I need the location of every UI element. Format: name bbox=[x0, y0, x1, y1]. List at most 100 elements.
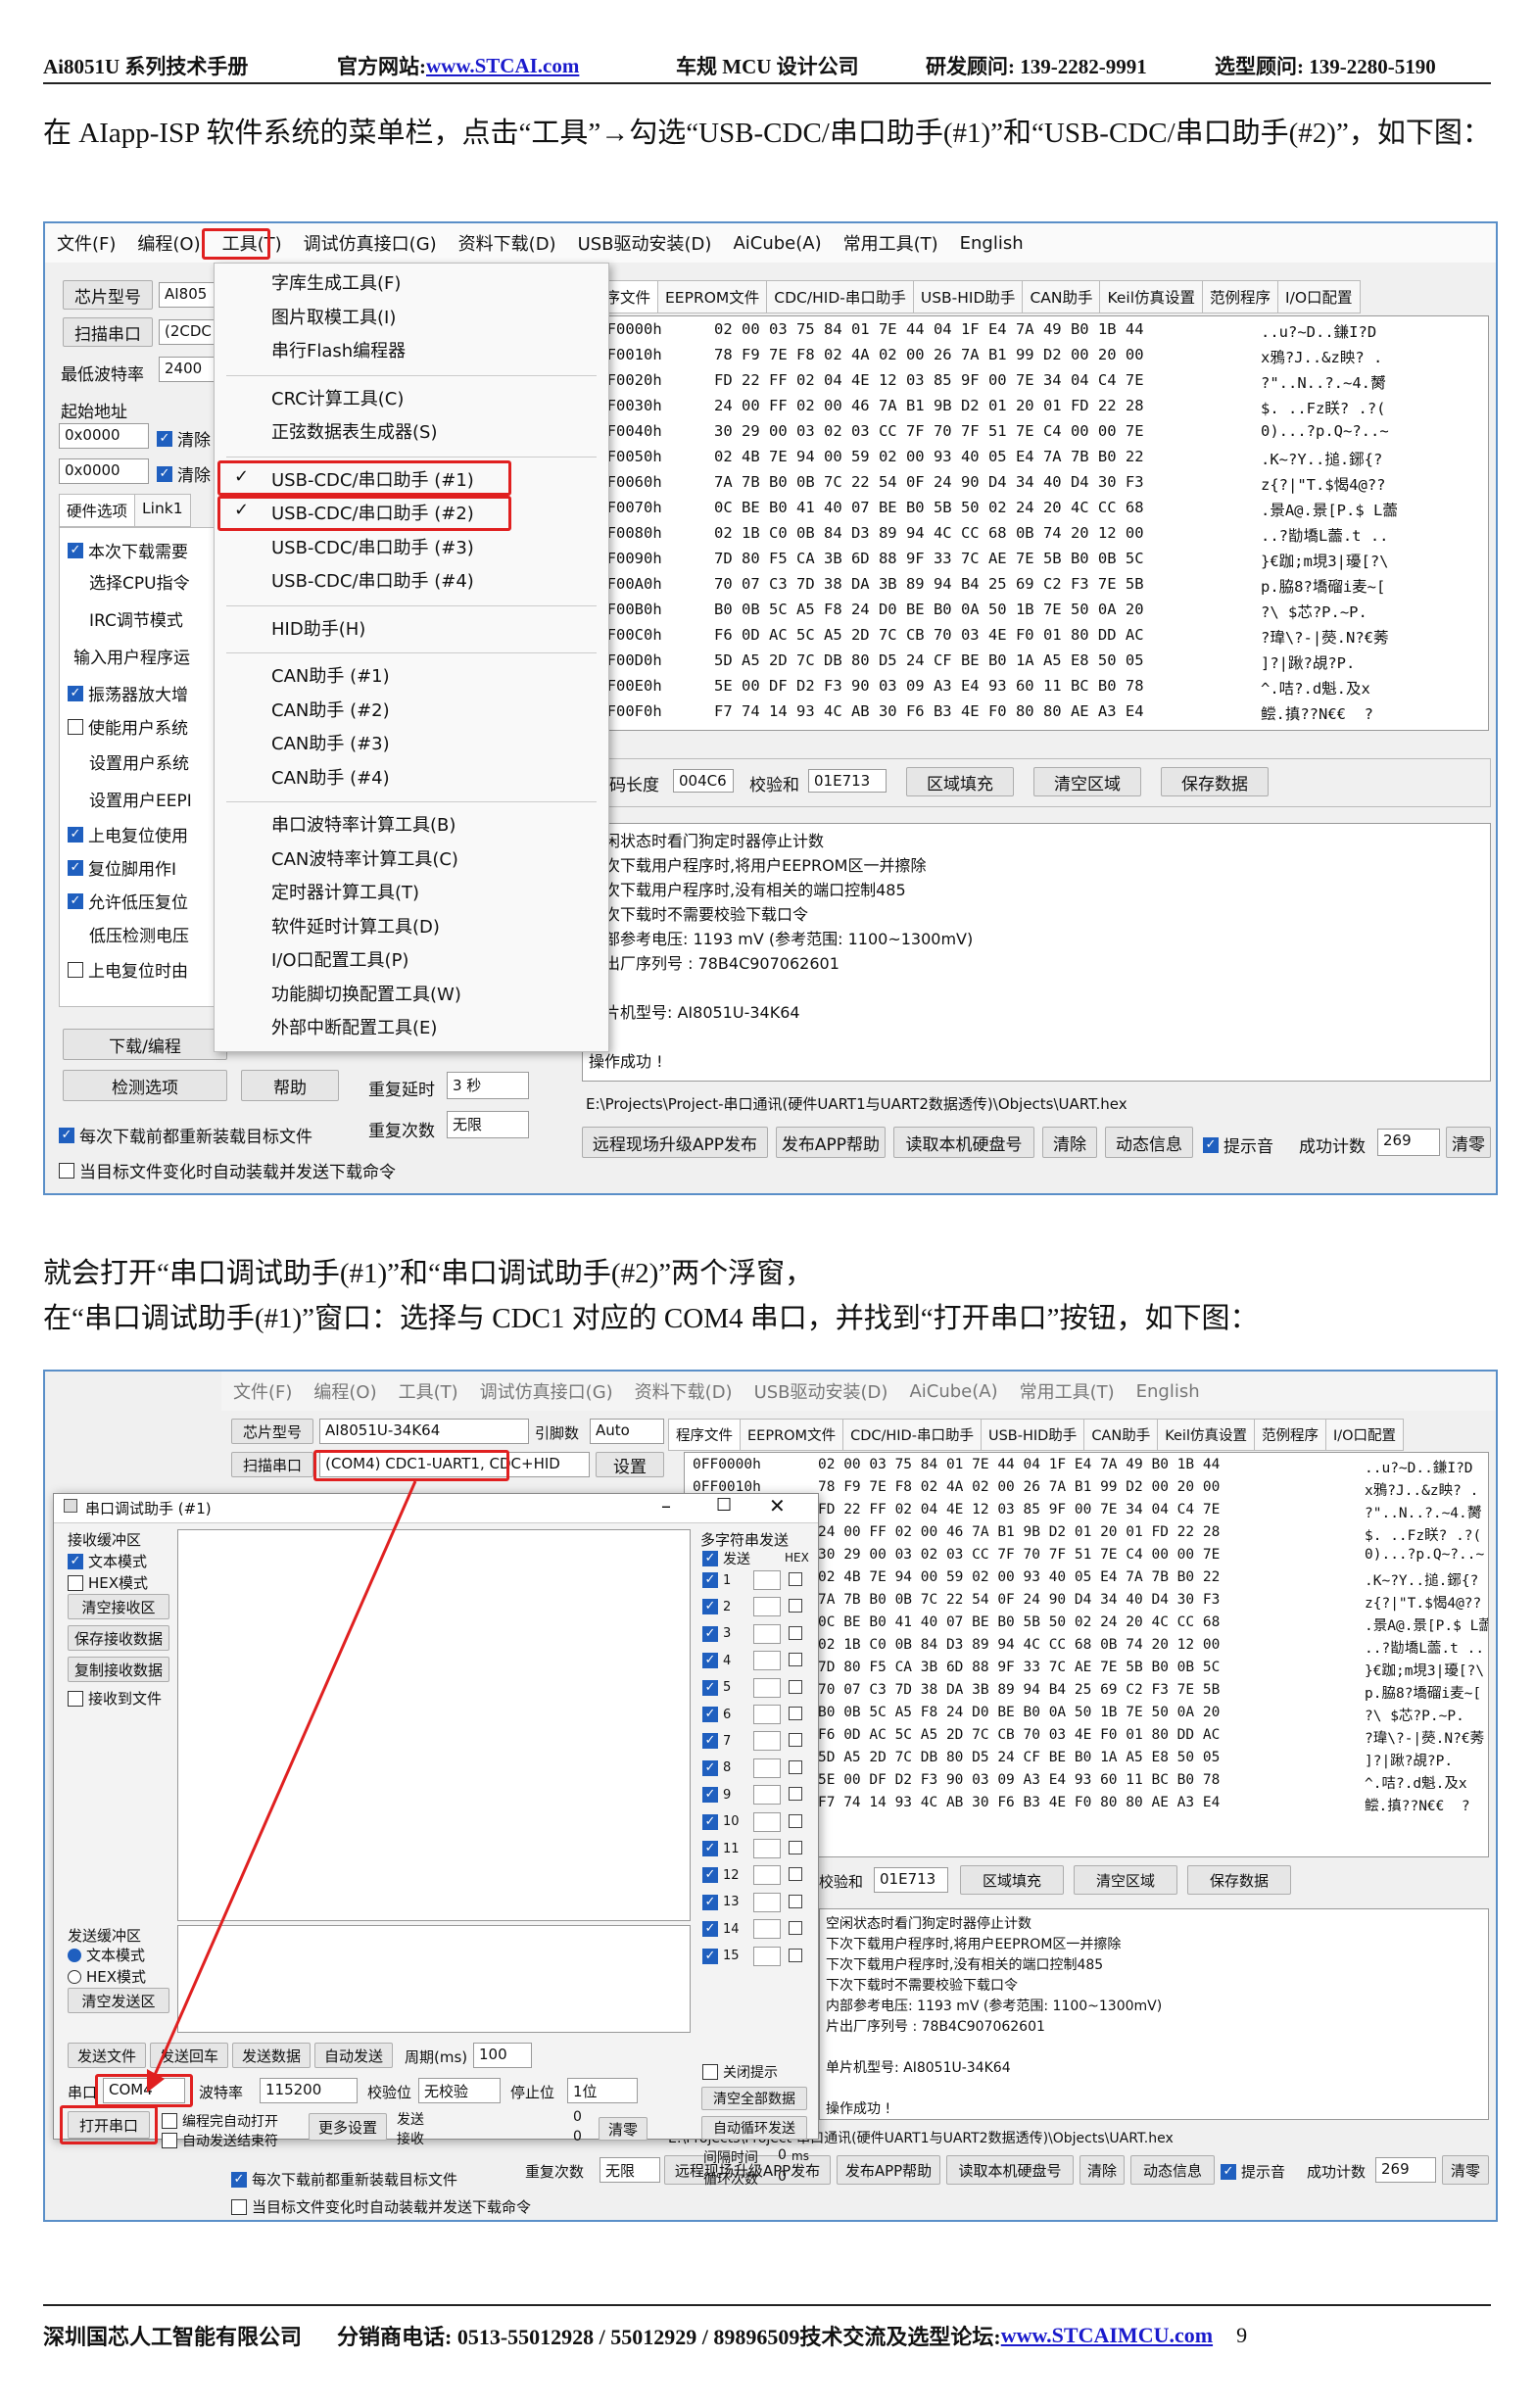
hex-ascii: $. ..Fz眹? .?( bbox=[1261, 400, 1386, 417]
menu-program[interactable]: 编程(O) bbox=[137, 230, 200, 256]
hex-bytes: 02 00 03 75 84 01 7E 44 04 1F E4 7A 49 B… bbox=[714, 320, 1144, 338]
option-9[interactable]: ✓ 复位脚用作I bbox=[68, 855, 176, 880]
tab-link1[interactable]: Link1 bbox=[134, 494, 191, 527]
dynamic-info-button[interactable]: 动态信息 bbox=[1105, 1127, 1193, 1158]
tools-menu-item[interactable]: 串行Flash编程器 bbox=[271, 337, 406, 362]
tab-can[interactable]: CAN助手 bbox=[1022, 280, 1101, 313]
log-panel: 空闲状态时看门狗定时器停止计数 下次下载用户程序时,将用户EEPROM区一并擦除下… bbox=[582, 823, 1491, 1082]
hex-bytes: 02 4B 7E 94 00 59 02 00 93 40 05 E4 7A 7… bbox=[714, 448, 1144, 465]
clear-checkbox-1[interactable]: ✓ 清除 bbox=[157, 426, 211, 451]
intro-paragraph: 在 AIapp-ISP 软件系统的菜单栏，点击“工具”→勾选“USB-CDC/串… bbox=[43, 118, 1491, 149]
tab-eeprom[interactable]: EEPROM文件 bbox=[657, 280, 768, 313]
option-5-label: 使能用户系统 bbox=[88, 719, 188, 739]
tab-examples[interactable]: 范例程序 bbox=[1202, 280, 1279, 313]
option-12[interactable]: 上电复位时由 bbox=[68, 957, 188, 982]
paragraph-line2: 在“串口调试助手(#1)”窗口：选择与 CDC1 对应的 COM4 串口，并找到… bbox=[43, 1303, 1259, 1334]
menu-common-tools[interactable]: 常用工具(T) bbox=[843, 230, 938, 256]
tab-hw-options[interactable]: 硬件选项 bbox=[59, 494, 136, 527]
clear-log-button[interactable]: 清除 bbox=[1042, 1127, 1097, 1158]
remote-upgrade-button[interactable]: 远程现场升级APP发布 bbox=[582, 1127, 768, 1158]
hex-ascii: ..?勓墧L蘦.t .. bbox=[1261, 527, 1389, 545]
tools-menu-item[interactable]: 串口波特率计算工具(B) bbox=[271, 811, 456, 837]
option-4[interactable]: ✓ 振荡器放大增 bbox=[68, 681, 188, 705]
clear-area-button[interactable]: 清空区域 bbox=[1033, 767, 1141, 796]
hex-ascii: z{?|"T.$愒4@?? bbox=[1261, 476, 1386, 494]
footer-forum-link[interactable]: www.STCAIMCU.com bbox=[1001, 2323, 1213, 2348]
menu-separator bbox=[226, 801, 597, 802]
hex-bytes: 7A 7B B0 0B 7C 22 54 0F 24 90 D4 34 40 D… bbox=[714, 473, 1144, 491]
menu-debug[interactable]: 调试仿真接口(G) bbox=[304, 230, 437, 256]
tools-menu-item[interactable]: CAN助手 (#1) bbox=[271, 662, 390, 688]
menu-download[interactable]: 资料下载(D) bbox=[458, 230, 556, 256]
retry-delay-select[interactable]: 3 秒 bbox=[447, 1072, 529, 1099]
start-addr-input-2[interactable]: 0x0000 bbox=[59, 458, 149, 484]
check-options-button[interactable]: 检测选项 bbox=[63, 1070, 227, 1101]
screenshot-tools-menu: 文件(F) 编程(O) 工具(T) 调试仿真接口(G) 资料下载(D) USB驱… bbox=[43, 221, 1498, 1195]
tools-menu-item[interactable]: CAN助手 (#2) bbox=[271, 697, 390, 722]
tab-keil[interactable]: Keil仿真设置 bbox=[1099, 280, 1204, 313]
log-line: 下次下载时不需要校验下载口令 bbox=[589, 905, 809, 924]
tools-menu-item[interactable]: USB-CDC/串口助手 (#3) bbox=[271, 534, 474, 559]
tools-menu-item[interactable]: 功能脚切换配置工具(W) bbox=[271, 981, 461, 1006]
tools-menu-item[interactable]: 图片取模工具(I) bbox=[271, 304, 396, 329]
clear-label-2: 清除 bbox=[177, 466, 211, 486]
tools-menu-item[interactable]: CRC计算工具(C) bbox=[271, 385, 404, 410]
file-path: E:\Projects\Project-串口通讯(硬件UART1与UART2数据… bbox=[586, 1095, 1127, 1113]
menu-separator bbox=[226, 652, 597, 653]
menu-usb-driver[interactable]: USB驱动安装(D) bbox=[578, 230, 712, 256]
clear-checkbox-2[interactable]: ✓ 清除 bbox=[157, 461, 211, 486]
chip-model-button[interactable]: 芯片型号 bbox=[63, 280, 153, 310]
reload-checkbox[interactable]: ✓ 每次下载前都重新装载目标文件 bbox=[59, 1123, 312, 1147]
tools-menu-item[interactable]: 软件延时计算工具(D) bbox=[271, 913, 440, 939]
retry-count-select[interactable]: 无限 bbox=[447, 1111, 529, 1138]
read-disk-button[interactable]: 读取本机硬盘号 bbox=[893, 1127, 1034, 1158]
tools-menu-item[interactable]: CAN波特率计算工具(C) bbox=[271, 845, 458, 871]
reset-count-button[interactable]: 清零 bbox=[1446, 1127, 1491, 1158]
hex-bytes: 5E 00 DF D2 F3 90 03 09 A3 E4 93 60 11 B… bbox=[714, 677, 1144, 695]
option-12-label: 上电复位时由 bbox=[88, 962, 188, 982]
option-4-label: 振荡器放大增 bbox=[88, 686, 188, 705]
download-program-button[interactable]: 下载/编程 bbox=[63, 1029, 227, 1060]
option-5[interactable]: 使能用户系统 bbox=[68, 714, 188, 739]
hex-ascii: 0)...?p.Q~?..~ bbox=[1261, 422, 1389, 440]
tools-menu-item[interactable]: USB-CDC/串口助手 (#4) bbox=[271, 567, 474, 593]
option-8[interactable]: ✓ 上电复位使用 bbox=[68, 822, 188, 846]
hex-view[interactable]: 0FF0000h 02 00 03 75 84 01 7E 44 04 1F E4… bbox=[580, 315, 1489, 731]
option-10[interactable]: ✓ 允许低压复位 bbox=[68, 889, 188, 913]
menu-file[interactable]: 文件(F) bbox=[57, 230, 116, 256]
hex-ascii: .景A@.景[P.$ L蘦 bbox=[1261, 502, 1398, 519]
count-value: 269 bbox=[1377, 1129, 1440, 1156]
start-addr-input-1[interactable]: 0x0000 bbox=[59, 423, 149, 449]
menu-english[interactable]: English bbox=[960, 233, 1024, 254]
tools-menu-item[interactable]: HID助手(H) bbox=[271, 615, 365, 641]
tools-dropdown: 字库生成工具(F) 图片取模工具(I) 串行Flash编程器 CRC计算工具(C) 正弦… bbox=[214, 263, 609, 1052]
tools-menu-item[interactable]: 正弦数据表生成器(S) bbox=[271, 418, 437, 444]
tools-menu-item[interactable]: 外部中断配置工具(E) bbox=[271, 1014, 437, 1039]
menu-separator bbox=[226, 604, 597, 606]
scan-port-button[interactable]: 扫描串口 bbox=[63, 317, 153, 347]
menu-aicube[interactable]: AiCube(A) bbox=[733, 233, 821, 254]
tab-usb-hid[interactable]: USB-HID助手 bbox=[912, 280, 1024, 313]
hex-bytes: F6 0D AC 5C A5 2D 7C CB 70 03 4E F0 01 8… bbox=[714, 626, 1144, 644]
tab-io-config[interactable]: I/O口配置 bbox=[1277, 280, 1361, 313]
log-line: 内部参考电压: 1193 mV (参考范围: 1100~1300mV) bbox=[589, 930, 974, 948]
option-1: 选择CPU指令 bbox=[89, 574, 190, 594]
tools-menu-item[interactable]: CAN助手 (#4) bbox=[271, 764, 390, 790]
tools-menu-item[interactable]: 字库生成工具(F) bbox=[271, 269, 401, 295]
fill-area-button[interactable]: 区域填充 bbox=[906, 767, 1014, 796]
option-10-label: 允许低压复位 bbox=[88, 893, 188, 913]
hex-ascii: ..u?~D..鎌I?D bbox=[1261, 323, 1377, 341]
publish-help-button[interactable]: 发布APP帮助 bbox=[776, 1127, 886, 1158]
save-data-button[interactable]: 保存数据 bbox=[1161, 767, 1269, 796]
rd-contact: 研发顾问: 139-2282-9991 bbox=[926, 55, 1147, 78]
tools-menu-item[interactable]: I/O口配置工具(P) bbox=[271, 946, 408, 972]
tools-menu-item[interactable]: CAN助手 (#3) bbox=[271, 730, 390, 755]
option-0[interactable]: ✓ 本次下载需要 bbox=[68, 538, 188, 562]
auto-send-checkbox[interactable]: 当目标文件变化时自动装载并发送下载命令 bbox=[59, 1158, 396, 1182]
hex-bytes: 70 07 C3 7D 38 DA 3B 89 94 B4 25 69 C2 F… bbox=[714, 575, 1144, 593]
tab-cdc-hid[interactable]: CDC/HID-串口助手 bbox=[766, 280, 914, 313]
help-button[interactable]: 帮助 bbox=[241, 1070, 339, 1101]
beep-checkbox[interactable]: ✓ 提示音 bbox=[1203, 1132, 1273, 1157]
tools-menu-item[interactable]: 定时器计算工具(T) bbox=[271, 879, 419, 904]
website-link[interactable]: www.STCAI.com bbox=[426, 54, 676, 78]
